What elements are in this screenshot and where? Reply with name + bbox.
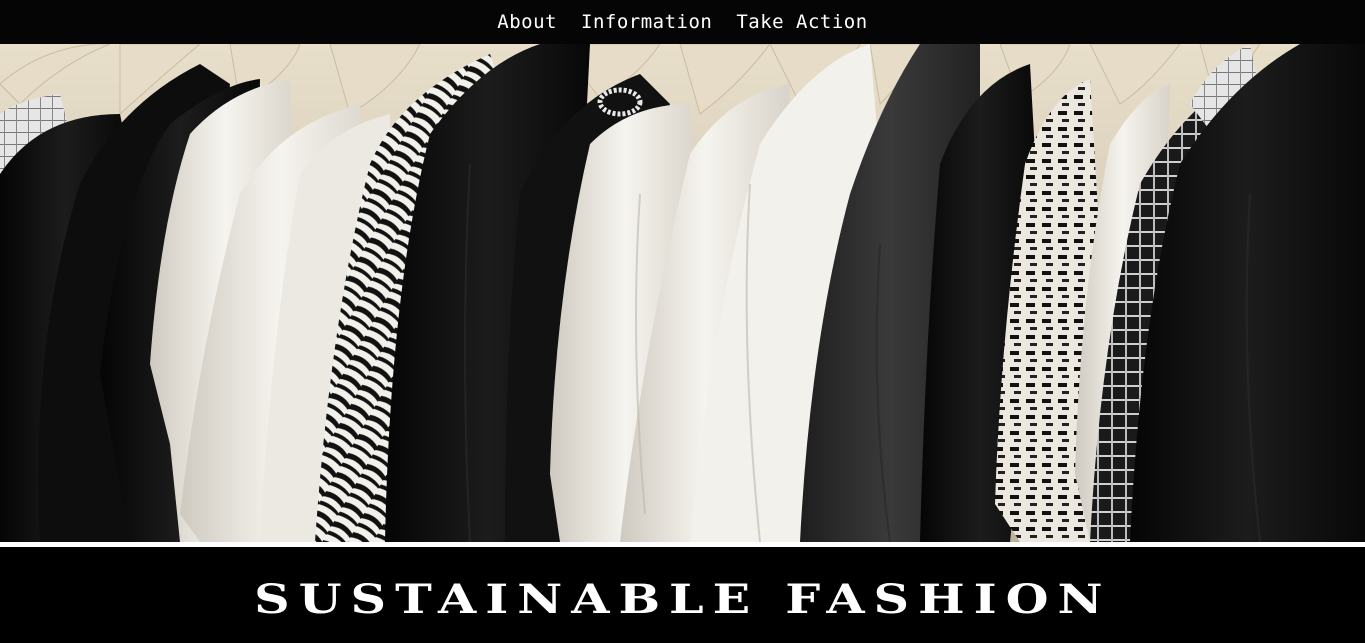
nav-link-take-action[interactable]: Take Action	[736, 0, 867, 44]
page: About Information Take Action SUSTAINABL…	[0, 0, 1365, 643]
nav-link-about[interactable]: About	[497, 0, 557, 44]
hero-image	[0, 44, 1365, 542]
page-title: SUSTAINABLE FASHION	[253, 575, 1112, 623]
title-band: SUSTAINABLE FASHION	[0, 547, 1365, 643]
top-nav: About Information Take Action	[0, 0, 1365, 44]
clothes-rack-illustration	[0, 44, 1365, 542]
nav-link-information[interactable]: Information	[581, 0, 712, 44]
